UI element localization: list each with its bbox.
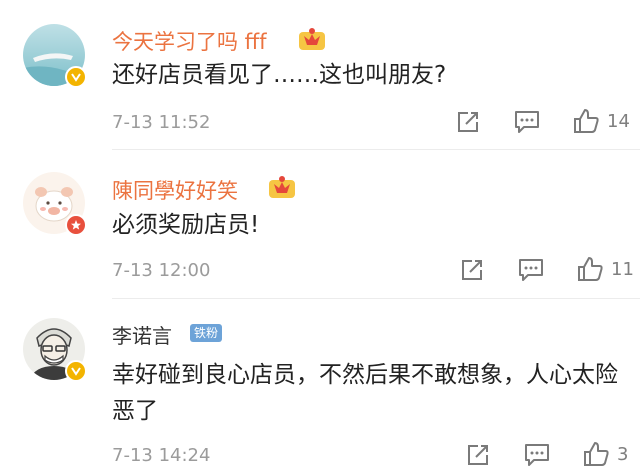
verified-badge-icon [65, 360, 87, 382]
avatar[interactable] [23, 172, 87, 236]
username[interactable]: 今天学习了吗 fff [112, 26, 267, 56]
like-count: 11 [611, 258, 634, 280]
share-button[interactable] [456, 110, 480, 134]
comment-icon [515, 111, 539, 133]
comment-time: 7-13 14:24 [112, 445, 211, 466]
share-button[interactable] [460, 258, 484, 282]
reply-button[interactable] [514, 110, 540, 134]
avatar[interactable] [23, 24, 87, 88]
share-button[interactable] [466, 443, 490, 467]
divider [112, 298, 640, 299]
reply-button[interactable] [518, 258, 544, 282]
username[interactable]: 陳同學好好笑 [112, 175, 238, 205]
username[interactable]: 李诺言 [112, 320, 172, 349]
like-count: 14 [607, 110, 630, 132]
comment-text: 必须奖励店员! [112, 212, 260, 238]
crown-icon [269, 176, 295, 198]
comment-item: 今天学习了吗 fff 还好店员看见了……这也叫朋友? 7-13 11:52 14 [0, 0, 640, 150]
comment-item: 陳同學好好笑 必须奖励店员! 7-13 12:00 11 [0, 150, 640, 300]
thumbs-up-icon [584, 442, 609, 466]
comment-text: 幸好碰到良心店员，不然后果不敢想象，人心太险恶了 [112, 362, 618, 424]
like-button[interactable]: 14 [572, 107, 630, 135]
avatar[interactable] [23, 318, 87, 382]
reply-button[interactable] [524, 443, 550, 467]
comment-icon [525, 444, 549, 466]
verified-badge-icon [65, 66, 87, 88]
like-count: 3 [617, 443, 629, 465]
share-icon [468, 445, 488, 465]
comment-icon [519, 259, 543, 281]
like-button[interactable]: 11 [576, 255, 634, 283]
comment-time: 7-13 11:52 [112, 112, 211, 133]
thumbs-up-icon [574, 109, 599, 133]
share-icon [462, 260, 482, 280]
comment-time: 7-13 12:00 [112, 260, 211, 281]
comment-item: 李诺言 铁粉 幸好碰到良心店员，不然后果不敢想象，人心太险恶了 7-13 14:… [0, 300, 640, 476]
crown-icon [299, 28, 325, 50]
verified-badge-icon [65, 214, 87, 236]
thumbs-up-icon [578, 257, 603, 281]
comment-text: 还好店员看见了……这也叫朋友? [112, 62, 447, 88]
share-icon [458, 112, 478, 132]
fan-badge: 铁粉 [190, 324, 223, 342]
like-button[interactable]: 3 [582, 440, 628, 468]
